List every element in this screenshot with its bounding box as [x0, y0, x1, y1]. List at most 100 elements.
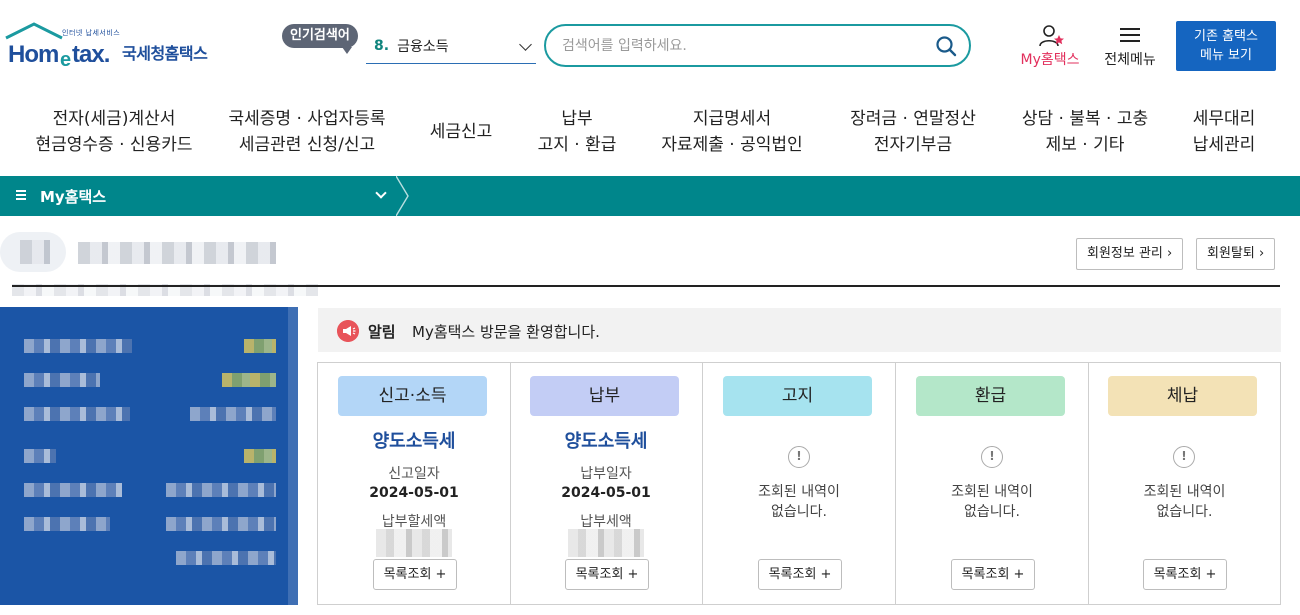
gnb-line1: 전자(세금)계산서 [52, 109, 176, 129]
status-cards: 신고·소득 양도소득세 신고일자 2024-05-01 납부할세액 목록조회 +… [317, 362, 1281, 605]
redacted-text [176, 551, 276, 565]
list-view-button[interactable]: 목록조회 + [951, 559, 1035, 590]
gnb-item-payment[interactable]: 납부 고지 · 환급 [530, 106, 624, 158]
card-amount-label: 납부할세액 [381, 514, 447, 530]
card-refund: 환급 ! 조회된 내역이 없습니다. 목록조회 + [896, 363, 1089, 604]
list-view-button[interactable]: 목록조회 + [565, 559, 649, 590]
gnb-line2: 세금관련 신청/신고 [238, 135, 376, 155]
all-menu-label: 전체메뉴 [1104, 52, 1156, 68]
card-tax-name[interactable]: 양도소득세 [318, 427, 510, 453]
gnb-line2: 고지 · 환급 [537, 135, 617, 155]
hometax-logo[interactable]: Hom e tax. 인터넷 납세서비스 국세청홈택스 [4, 22, 219, 70]
myhometax-button[interactable]: My홈택스 [1014, 24, 1086, 70]
notice-label: 알림 [368, 323, 396, 341]
gnb-line1: 장려금 · 연말정산 [850, 109, 976, 129]
card-notice: 고지 ! 조회된 내역이 없습니다. 목록조회 + [703, 363, 896, 604]
popular-rank: 8. [374, 37, 390, 54]
card-header: 납부 [530, 376, 679, 416]
hamburger-icon [1120, 28, 1140, 42]
redacted-text [24, 517, 110, 531]
divider [12, 285, 1280, 287]
empty-message: 조회된 내역이 없습니다. [1088, 482, 1281, 522]
card-amount-label: 납부세액 [580, 514, 632, 530]
notice-text: My홈택스 방문을 환영합니다. [412, 323, 600, 341]
card-tax-name[interactable]: 양도소득세 [510, 427, 702, 453]
card-filing-income: 신고·소득 양도소득세 신고일자 2024-05-01 납부할세액 목록조회 + [318, 363, 511, 604]
gnb-item-statements[interactable]: 지급명세서 자료제출 · 공익법인 [656, 106, 808, 158]
all-menu-button[interactable]: 전체메뉴 [1098, 24, 1162, 70]
exclamation-icon: ! [788, 446, 810, 468]
megaphone-icon [337, 320, 359, 342]
empty-line2: 없습니다. [1156, 504, 1213, 520]
gnb-line1: 지급명세서 [692, 109, 772, 129]
user-star-icon [1039, 25, 1064, 47]
old-menu-line2: 메뉴 보기 [1200, 48, 1252, 63]
account-summary-panel [0, 307, 298, 605]
gnb-line1: 상담 · 불복 · 고충 [1021, 109, 1149, 129]
gnb-line1: 국세증명 · 사업자등록 [228, 109, 386, 129]
redacted-text [190, 407, 276, 421]
panel-scrollbar[interactable] [288, 307, 298, 605]
search-box [544, 24, 971, 67]
empty-line1: 조회된 내역이 [951, 484, 1033, 500]
card-arrears: 체납 ! 조회된 내역이 없습니다. 목록조회 + [1088, 363, 1281, 604]
redacted-text [166, 517, 276, 531]
withdraw-button[interactable]: 회원탈퇴 › [1196, 238, 1276, 270]
gnb-line2: 현금영수증 · 신용카드 [35, 135, 193, 155]
logo-korean-name: 국세청홈택스 [122, 44, 208, 63]
member-info-button[interactable]: 회원정보 관리 › [1076, 238, 1184, 270]
redacted-text [244, 449, 276, 463]
gnb-line1: 납부 [561, 109, 593, 129]
empty-line1: 조회된 내역이 [758, 484, 840, 500]
empty-line1: 조회된 내역이 [1143, 484, 1226, 500]
gnb-line1: 세금신고 [429, 122, 493, 142]
avatar [0, 232, 66, 272]
breadcrumb-title[interactable]: My홈택스 [40, 186, 106, 207]
svg-text:e: e [60, 49, 71, 70]
redacted-text [24, 407, 130, 421]
gnb-line2: 자료제출 · 공익법인 [661, 135, 803, 155]
svg-text:Hom: Hom [8, 41, 58, 68]
old-hometax-menu-button[interactable]: 기존 홈택스 메뉴 보기 [1176, 21, 1276, 71]
redacted-text [24, 483, 122, 497]
chevron-down-icon[interactable] [375, 187, 387, 199]
chevron-down-icon [519, 38, 532, 51]
popular-search-select[interactable]: 8. 금융소득 [366, 28, 536, 64]
redacted-text [244, 339, 276, 353]
card-date: 2024-05-01 [561, 485, 651, 501]
global-nav: 전자(세금)계산서 현금영수증 · 신용카드 국세증명 · 사업자등록 세금관련… [0, 92, 1300, 176]
list-view-button[interactable]: 목록조회 + [373, 559, 457, 590]
menu-list-icon [16, 190, 26, 200]
gnb-line2: 납세관리 [1192, 135, 1256, 155]
avatar-redacted [20, 240, 50, 264]
gnb-item-consulting[interactable]: 상담 · 불복 · 고충 제보 · 기타 [1014, 106, 1156, 158]
empty-line2: 없습니다. [964, 504, 1020, 520]
list-view-button[interactable]: 목록조회 + [758, 559, 842, 590]
gnb-item-incentive[interactable]: 장려금 · 연말정산 전자기부금 [842, 106, 984, 158]
redacted-text [166, 483, 276, 497]
search-input[interactable] [562, 35, 922, 57]
card-header: 신고·소득 [338, 376, 487, 416]
gnb-item-certificates[interactable]: 국세증명 · 사업자등록 세금관련 신청/신고 [222, 106, 392, 158]
redacted-text [24, 449, 56, 463]
breadcrumb-separator-icon [396, 176, 409, 216]
old-menu-line1: 기존 홈택스 [1194, 29, 1258, 44]
card-payment: 납부 양도소득세 납부일자 2024-05-01 납부세액 목록조회 + [510, 363, 703, 604]
popular-search-badge: 인기검색어 [282, 24, 358, 54]
card-amount-redacted [376, 529, 452, 557]
gnb-item-e-invoice[interactable]: 전자(세금)계산서 현금영수증 · 신용카드 [22, 106, 206, 158]
gnb-line2: 제보 · 기타 [1045, 135, 1125, 155]
gnb-line2: 전자기부금 [873, 135, 953, 155]
breadcrumb-bar: My홈택스 [0, 176, 1300, 216]
gnb-item-tax-agent[interactable]: 세무대리 납세관리 [1186, 106, 1262, 158]
card-amount-redacted [568, 529, 644, 557]
empty-message: 조회된 내역이 없습니다. [896, 482, 1088, 522]
gnb-item-tax-filing[interactable]: 세금신고 [420, 119, 502, 145]
list-view-button[interactable]: 목록조회 + [1143, 559, 1227, 590]
logo-subtitle: 인터넷 납세서비스 [62, 29, 121, 37]
search-icon[interactable] [935, 35, 957, 57]
redacted-text [24, 373, 100, 387]
notice-bar: 알림 My홈택스 방문을 환영합니다. [318, 308, 1281, 352]
redacted-text [24, 339, 132, 353]
card-header: 고지 [723, 376, 872, 416]
